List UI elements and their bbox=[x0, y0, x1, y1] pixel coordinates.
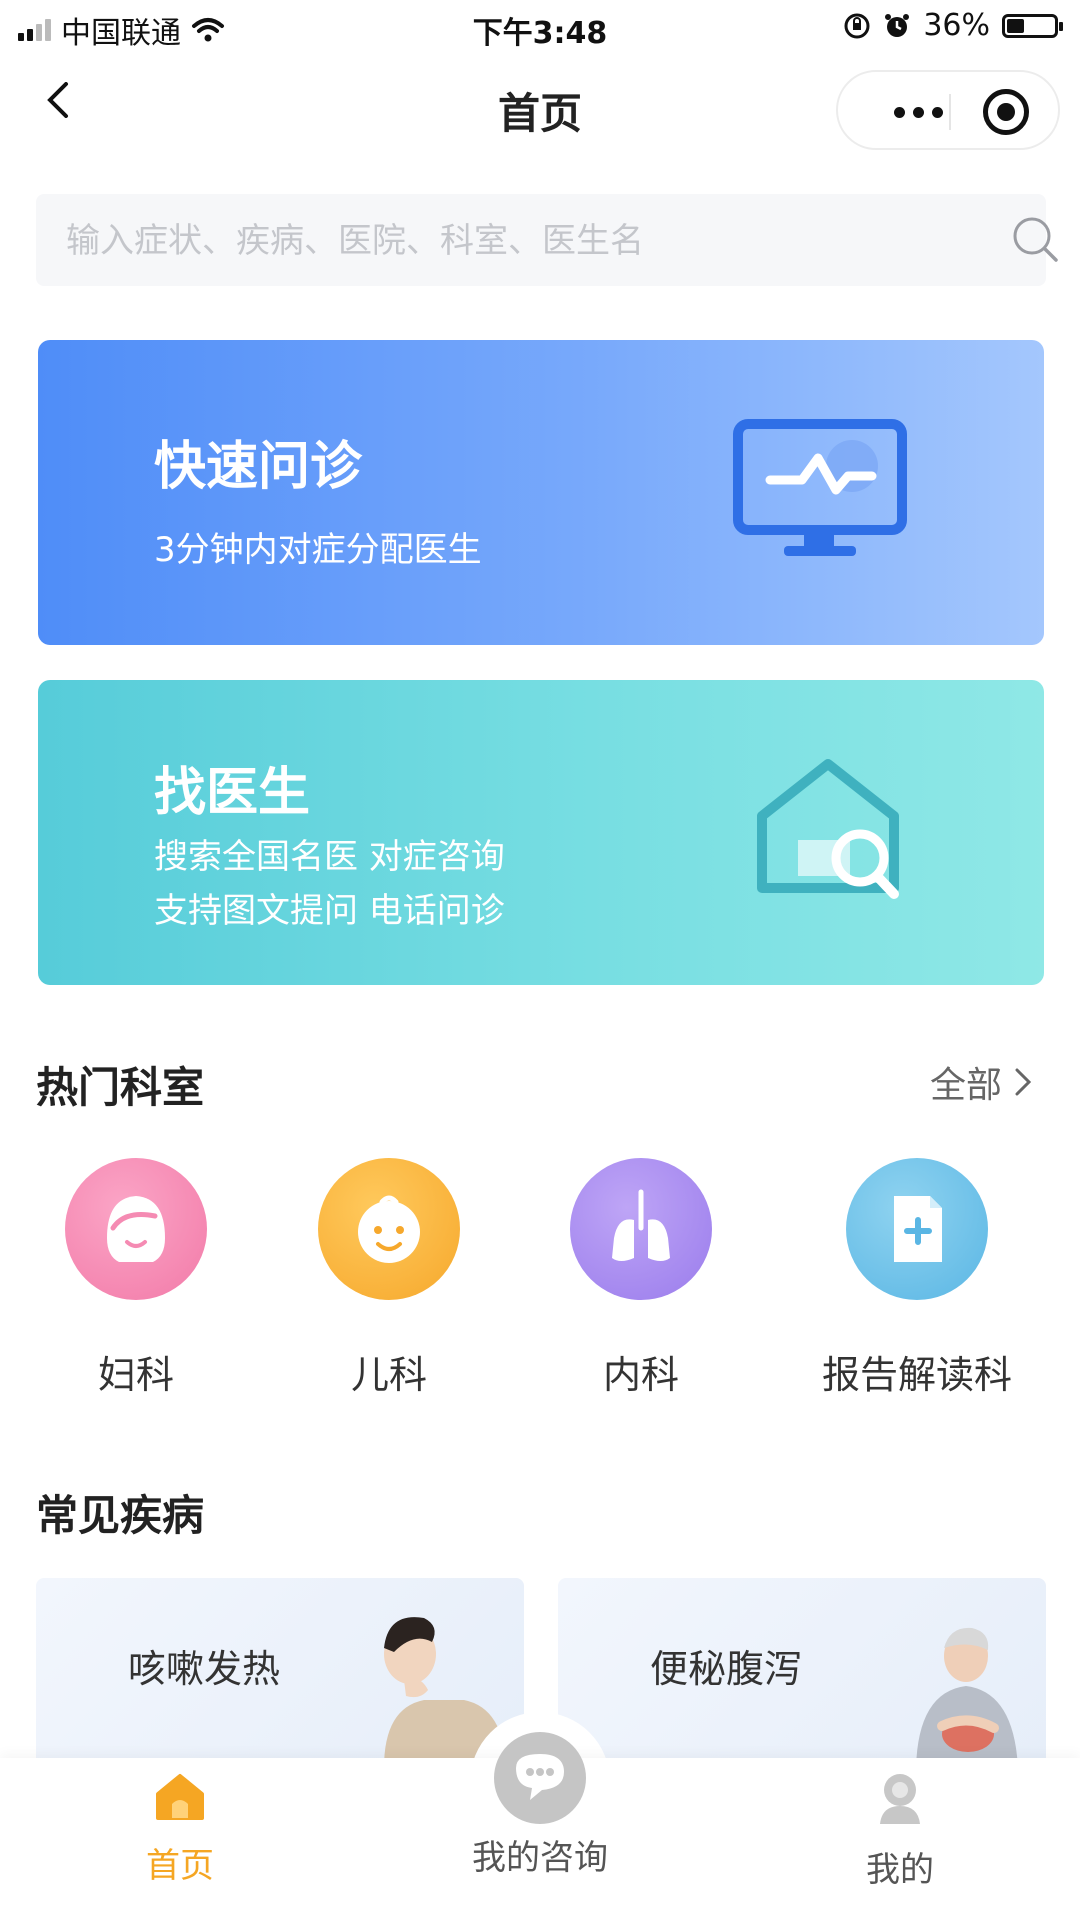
mini-program-capsule bbox=[836, 70, 1060, 150]
search-input[interactable] bbox=[64, 216, 968, 266]
tab-home[interactable]: 首页 bbox=[50, 1768, 310, 1887]
stomach-pain-man-photo bbox=[916, 1627, 1018, 1768]
orientation-lock-icon bbox=[844, 13, 870, 38]
tab-label: 我的 bbox=[866, 1850, 934, 1890]
navigation-bar: 首页 bbox=[0, 60, 1080, 150]
department-label: 儿科 bbox=[350, 1353, 427, 1397]
chat-bubble-icon bbox=[494, 1732, 586, 1824]
woman-face-icon bbox=[65, 1158, 207, 1300]
section-title-common-diseases: 常见疾病 bbox=[36, 1491, 205, 1540]
battery-icon bbox=[1002, 13, 1063, 38]
user-icon bbox=[880, 1774, 920, 1824]
card-title: 快速问诊 bbox=[154, 437, 363, 497]
search-icon[interactable] bbox=[1010, 214, 1060, 264]
search-bar bbox=[36, 194, 1058, 286]
all-departments-label: 全部 bbox=[930, 1065, 1003, 1106]
card-subtitle: 搜索全国名医 对症咨询 支持图文提问 电话问诊 bbox=[154, 830, 505, 938]
quick-consult-card[interactable]: 快速问诊 3分钟内对症分配医生 bbox=[38, 340, 1044, 645]
department-label: 报告解读科 bbox=[821, 1353, 1012, 1397]
document-plus-icon bbox=[846, 1158, 988, 1300]
tab-my-consultations[interactable]: 我的咨询 bbox=[410, 1730, 670, 1879]
tab-label: 首页 bbox=[146, 1846, 214, 1886]
department-gynecology[interactable]: 妇科 bbox=[6, 1158, 266, 1399]
target-circle-icon[interactable] bbox=[983, 89, 1029, 135]
baby-face-icon bbox=[318, 1158, 460, 1300]
battery-percent: 36% bbox=[923, 8, 990, 43]
disease-label: 咳嗽发热 bbox=[128, 1647, 281, 1691]
lungs-icon bbox=[570, 1158, 712, 1300]
chevron-right-icon bbox=[1015, 1068, 1032, 1096]
find-doctor-card[interactable]: 找医生 搜索全国名医 对症咨询 支持图文提问 电话问诊 bbox=[38, 680, 1044, 985]
all-departments-link[interactable]: 全部 bbox=[930, 1056, 1032, 1108]
section-title-hot-departments: 热门科室 bbox=[36, 1063, 205, 1112]
disease-label: 便秘腹泻 bbox=[650, 1647, 803, 1691]
tab-label: 我的咨询 bbox=[472, 1838, 608, 1878]
department-label: 内科 bbox=[602, 1353, 679, 1397]
capsule-divider bbox=[949, 94, 951, 130]
more-dots-icon[interactable] bbox=[868, 92, 968, 132]
status-bar: 中国联通 下午3:48 36% bbox=[0, 0, 1080, 54]
card-subtitle-line: 支持图文提问 电话问诊 bbox=[154, 891, 505, 931]
card-title: 找医生 bbox=[154, 763, 311, 823]
department-pediatrics[interactable]: 儿科 bbox=[259, 1158, 519, 1399]
department-label: 妇科 bbox=[97, 1353, 174, 1397]
card-subtitle: 3分钟内对症分配医生 bbox=[154, 530, 482, 570]
card-subtitle-line: 搜索全国名医 对症咨询 bbox=[154, 837, 505, 877]
tab-me[interactable]: 我的 bbox=[770, 1768, 1030, 1891]
department-report-interpretation[interactable]: 报告解读科 bbox=[787, 1158, 1047, 1399]
house-search-icon bbox=[757, 759, 899, 899]
home-icon bbox=[156, 1774, 204, 1820]
alarm-icon bbox=[885, 13, 910, 37]
monitor-pulse-icon bbox=[733, 419, 907, 556]
department-internal-medicine[interactable]: 内科 bbox=[511, 1158, 771, 1399]
